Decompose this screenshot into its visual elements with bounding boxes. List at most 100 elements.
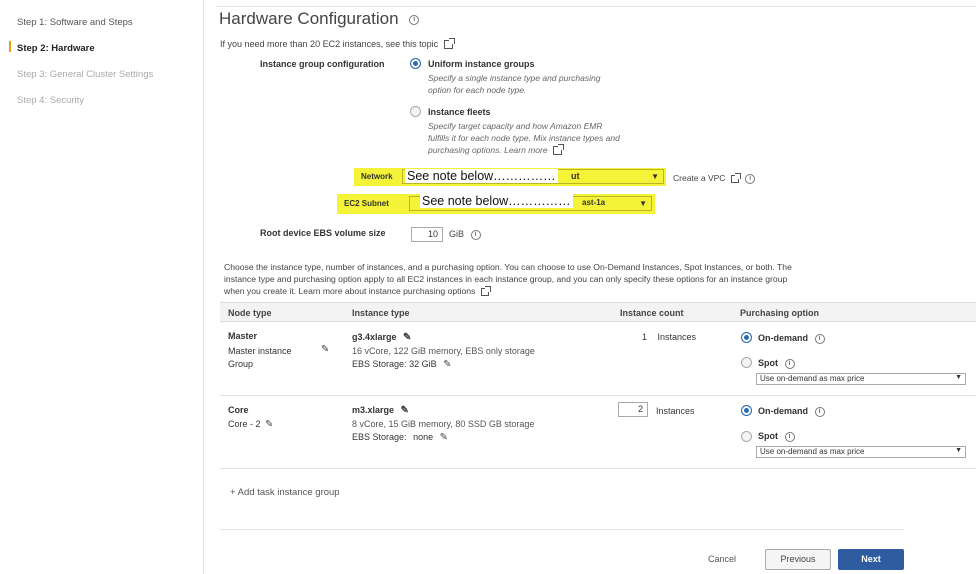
row-divider bbox=[220, 395, 976, 396]
master-instance-type: g3.4xlarge ✎ bbox=[352, 332, 411, 343]
core-on-demand-radio[interactable] bbox=[741, 405, 752, 416]
master-instance-type-text: g3.4xlarge bbox=[352, 332, 397, 342]
info-icon[interactable]: i bbox=[814, 406, 825, 417]
top-divider bbox=[216, 6, 976, 7]
cancel-button[interactable]: Cancel bbox=[698, 549, 746, 570]
description-line-3: when you create it. Learn more about ins… bbox=[224, 285, 974, 297]
col-node-type: Node type bbox=[228, 308, 272, 318]
master-on-demand-radio[interactable] bbox=[741, 332, 752, 343]
core-ebs-storage: EBS Storage: none ✎ bbox=[352, 432, 448, 443]
core-ebs-value: none bbox=[413, 432, 434, 442]
uniform-groups-desc-1: Specify a single instance type and purch… bbox=[428, 73, 601, 83]
master-node-sub-2: Group bbox=[228, 359, 254, 369]
master-count-value: 1 bbox=[642, 332, 648, 342]
core-spot-price-select[interactable]: Use on-demand as max price ▼ bbox=[756, 446, 966, 458]
chevron-down-icon: ▼ bbox=[651, 172, 659, 181]
active-step-indicator bbox=[9, 41, 11, 52]
master-on-demand-label: On-demand i bbox=[758, 333, 825, 344]
subnet-label: EC2 Subnet bbox=[344, 199, 389, 208]
step-security: Step 4: Security bbox=[17, 95, 85, 106]
instance-fleets-desc-3-text: purchasing options. bbox=[428, 145, 502, 155]
master-instance-count: 1 Instances bbox=[642, 332, 696, 342]
subnet-note: See note below…………… bbox=[420, 194, 573, 208]
create-vpc-link[interactable]: Create a VPC bbox=[673, 173, 725, 183]
info-icon[interactable]: i bbox=[409, 14, 420, 25]
core-instance-type-text: m3.xlarge bbox=[352, 405, 395, 415]
step-general-cluster-settings: Step 3: General Cluster Settings bbox=[17, 69, 154, 80]
external-link-icon[interactable] bbox=[552, 144, 564, 156]
row-divider bbox=[220, 468, 976, 469]
core-node-sub-1: Core - 2 ✎ bbox=[228, 419, 273, 430]
uniform-groups-label[interactable]: Uniform instance groups bbox=[428, 59, 535, 69]
col-instance-count: Instance count bbox=[620, 308, 684, 318]
purchasing-options-learn-more-link[interactable]: Learn more about instance purchasing opt… bbox=[299, 286, 476, 296]
uniform-groups-desc-2: option for each node type. bbox=[428, 85, 527, 95]
chevron-down-icon: ▼ bbox=[639, 199, 647, 208]
instance-fleets-desc-2: fulfills it for each node type. Mix inst… bbox=[428, 133, 620, 143]
master-spot-radio[interactable] bbox=[741, 357, 752, 368]
info-icon[interactable]: i bbox=[470, 229, 481, 240]
master-spot-text[interactable]: Spot bbox=[758, 358, 778, 368]
edit-core-type-pencil-icon[interactable]: ✎ bbox=[401, 405, 409, 416]
instance-table-header: Node type Instance type Instance count P… bbox=[220, 302, 976, 322]
core-on-demand-text[interactable]: On-demand bbox=[758, 406, 808, 416]
previous-button[interactable]: Previous bbox=[765, 549, 831, 570]
add-task-instance-group-link[interactable]: + Add task instance group bbox=[230, 487, 340, 498]
description-line-3-text: when you create it. bbox=[224, 286, 297, 296]
intro-link[interactable]: If you need more than 20 EC2 instances, … bbox=[220, 39, 438, 49]
next-button[interactable]: Next bbox=[838, 549, 904, 570]
external-link-icon[interactable] bbox=[730, 172, 741, 183]
step-hardware[interactable]: Step 2: Hardware bbox=[17, 43, 95, 54]
create-vpc: Create a VPC i bbox=[673, 172, 756, 184]
subnet-value: ast-1a bbox=[582, 198, 606, 207]
edit-master-type-pencil-icon[interactable]: ✎ bbox=[403, 332, 411, 343]
core-instance-spec: 8 vCore, 15 GiB memory, 80 SSD GB storag… bbox=[352, 419, 535, 429]
root-volume-input[interactable]: 10 bbox=[411, 227, 443, 242]
info-icon[interactable]: i bbox=[784, 431, 795, 442]
description-line-2: instance type and purchasing option appl… bbox=[224, 274, 788, 284]
master-node-type: Master bbox=[228, 331, 258, 341]
master-ebs-storage: EBS Storage: 32 GiB ✎ bbox=[352, 359, 451, 370]
network-label: Network bbox=[361, 172, 393, 181]
footer-divider bbox=[220, 529, 904, 530]
instance-group-config-label: Instance group configuration bbox=[260, 59, 385, 69]
root-volume-unit: GiB i bbox=[449, 229, 481, 240]
fleets-learn-more-link[interactable]: Learn more bbox=[504, 145, 547, 155]
core-on-demand-label: On-demand i bbox=[758, 406, 825, 417]
core-instance-count-input[interactable]: 2 bbox=[618, 402, 648, 417]
instance-fleets-radio[interactable] bbox=[410, 106, 421, 117]
instance-purchase-description: Choose the instance type, number of inst… bbox=[224, 261, 974, 297]
info-icon[interactable]: i bbox=[745, 173, 756, 184]
edit-core-ebs-pencil-icon[interactable]: ✎ bbox=[440, 432, 448, 443]
external-link-icon[interactable] bbox=[443, 38, 455, 50]
step-software-and-steps[interactable]: Step 1: Software and Steps bbox=[17, 17, 133, 28]
master-spot-label: Spot i bbox=[758, 358, 795, 369]
instance-fleets-desc-1: Specify target capacity and how Amazon E… bbox=[428, 121, 603, 131]
master-node-sub-1: Master instance bbox=[228, 346, 292, 356]
core-spot-text[interactable]: Spot bbox=[758, 431, 778, 441]
core-count-unit: Instances bbox=[656, 406, 695, 416]
core-spot-radio[interactable] bbox=[741, 431, 752, 442]
root-volume-unit-text: GiB bbox=[449, 229, 465, 239]
intro-text: If you need more than 20 EC2 instances, … bbox=[220, 38, 455, 50]
core-ebs-label: EBS Storage: bbox=[352, 432, 407, 442]
info-icon[interactable]: i bbox=[814, 333, 825, 344]
master-ebs-label: EBS Storage: bbox=[352, 359, 407, 369]
col-purchasing-option: Purchasing option bbox=[740, 308, 820, 318]
core-instance-type: m3.xlarge ✎ bbox=[352, 405, 409, 416]
master-instance-spec: 16 vCore, 122 GiB memory, EBS only stora… bbox=[352, 346, 535, 356]
master-spot-price-select[interactable]: Use on-demand as max price ▼ bbox=[756, 373, 966, 385]
col-instance-type: Instance type bbox=[352, 308, 410, 318]
edit-core-name-pencil-icon[interactable]: ✎ bbox=[265, 419, 273, 430]
uniform-groups-radio[interactable] bbox=[410, 58, 421, 69]
chevron-down-icon: ▼ bbox=[955, 374, 962, 381]
edit-master-ebs-pencil-icon[interactable]: ✎ bbox=[443, 359, 451, 370]
external-link-icon[interactable] bbox=[480, 285, 491, 296]
core-node-sub-1-text: Core - 2 bbox=[228, 419, 261, 429]
info-icon[interactable]: i bbox=[784, 358, 795, 369]
edit-master-name-pencil-icon[interactable]: ✎ bbox=[321, 344, 329, 355]
master-on-demand-text[interactable]: On-demand bbox=[758, 333, 808, 343]
chevron-down-icon: ▼ bbox=[955, 447, 962, 454]
main-panel: Hardware Configuration i If you need mor… bbox=[204, 0, 976, 574]
instance-fleets-label[interactable]: Instance fleets bbox=[428, 107, 491, 117]
